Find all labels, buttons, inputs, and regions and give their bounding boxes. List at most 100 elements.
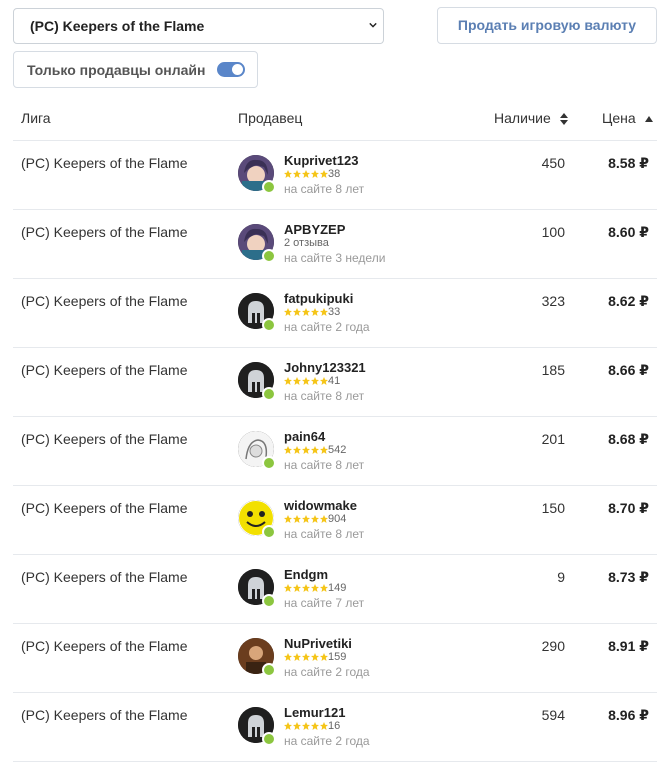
row-league: (PC) Keepers of the Flame: [21, 362, 188, 378]
seller-name[interactable]: Lemur121: [284, 705, 345, 720]
header-price-sort[interactable]: Цена: [602, 110, 653, 126]
row-stock: 185: [541, 362, 565, 378]
seller-rating-text: 159: [328, 651, 347, 663]
table-row[interactable]: (PC) Keepers of the Flame APBYZEP 2 отзы…: [13, 210, 657, 279]
seller-rating: 16: [284, 720, 340, 733]
seller-since: на сайте 2 года: [284, 734, 370, 748]
header-stock-label: Наличие: [494, 110, 551, 126]
row-league: (PC) Keepers of the Flame: [21, 431, 188, 447]
seller-rating-text: 41: [328, 375, 341, 387]
table-row[interactable]: (PC) Keepers of the Flame widowmake 904 …: [13, 486, 657, 555]
seller-name[interactable]: APBYZEP: [284, 222, 345, 237]
online-status-icon: [262, 525, 276, 539]
header-price-label: Цена: [602, 110, 636, 126]
table-row[interactable]: (PC) Keepers of the Flame Johny123321 41…: [13, 348, 657, 417]
row-league: (PC) Keepers of the Flame: [21, 707, 188, 723]
seller-name[interactable]: fatpukipuki: [284, 291, 353, 306]
rating-stars-icon: [284, 722, 328, 730]
row-stock: 100: [541, 224, 565, 240]
rating-stars-icon: [284, 584, 328, 592]
table-row[interactable]: (PC) Keepers of the Flame fatpukipuki 33…: [13, 279, 657, 348]
sell-currency-button[interactable]: Продать игровую валюту: [437, 7, 657, 44]
online-status-icon: [262, 180, 276, 194]
seller-since: на сайте 2 года: [284, 320, 370, 334]
online-status-icon: [262, 456, 276, 470]
league-select-value: (PC) Keepers of the Flame: [30, 18, 205, 34]
seller-rating: 149: [284, 582, 346, 595]
row-price: 8.96 ₽: [608, 707, 649, 723]
row-league: (PC) Keepers of the Flame: [21, 638, 188, 654]
row-stock: 594: [541, 707, 565, 723]
row-price: 8.60 ₽: [608, 224, 649, 240]
seller-name[interactable]: Endgm: [284, 567, 328, 582]
seller-name[interactable]: Kuprivet123: [284, 153, 358, 168]
row-stock: 323: [541, 293, 565, 309]
rating-stars-icon: [284, 377, 328, 385]
seller-rating: 904: [284, 513, 346, 526]
seller-since: на сайте 8 лет: [284, 458, 365, 472]
table-row[interactable]: (PC) Keepers of the Flame Lemur121 16 на…: [13, 693, 657, 762]
header-seller: Продавец: [238, 110, 303, 126]
seller-since: на сайте 8 лет: [284, 182, 365, 196]
sort-both-icon: [559, 113, 568, 126]
league-select[interactable]: (PC) Keepers of the Flame: [13, 8, 384, 44]
row-price: 8.91 ₽: [608, 638, 649, 654]
rating-stars-icon: [284, 653, 328, 661]
online-status-icon: [262, 318, 276, 332]
seller-since: на сайте 7 лет: [284, 596, 365, 610]
seller-rating: 159: [284, 651, 346, 664]
header-stock-sort[interactable]: Наличие: [494, 110, 568, 126]
online-status-icon: [262, 387, 276, 401]
online-status-icon: [262, 663, 276, 677]
seller-rating: 38: [284, 168, 340, 181]
row-stock: 9: [557, 569, 565, 585]
online-status-icon: [262, 594, 276, 608]
rating-stars-icon: [284, 170, 328, 178]
row-league: (PC) Keepers of the Flame: [21, 224, 188, 240]
row-price: 8.68 ₽: [608, 431, 649, 447]
toggle-knob: [232, 64, 243, 75]
row-stock: 201: [541, 431, 565, 447]
seller-rating-text: 904: [328, 513, 347, 525]
seller-since: на сайте 2 года: [284, 665, 370, 679]
row-league: (PC) Keepers of the Flame: [21, 155, 188, 171]
seller-rating-text: 149: [328, 582, 347, 594]
online-only-label: Только продавцы онлайн: [27, 62, 206, 78]
row-price: 8.73 ₽: [608, 569, 649, 585]
row-price: 8.58 ₽: [608, 155, 649, 171]
seller-name[interactable]: pain64: [284, 429, 325, 444]
seller-rating-text: 2 отзыва: [284, 237, 329, 249]
table-row[interactable]: (PC) Keepers of the Flame Kuprivet123 38…: [13, 141, 657, 210]
seller-rating-text: 16: [328, 720, 341, 732]
table-header: Лига Продавец Наличие Цена: [13, 100, 657, 141]
seller-rating: 41: [284, 375, 340, 388]
table-row[interactable]: (PC) Keepers of the Flame Endgm 149 на с…: [13, 555, 657, 624]
seller-rating-text: 542: [328, 444, 347, 456]
row-league: (PC) Keepers of the Flame: [21, 569, 188, 585]
rating-stars-icon: [284, 446, 328, 454]
offers-table-body: (PC) Keepers of the Flame Kuprivet123 38…: [13, 141, 657, 762]
seller-since: на сайте 8 лет: [284, 389, 365, 403]
seller-rating: 542: [284, 444, 346, 457]
seller-since: на сайте 8 лет: [284, 527, 365, 541]
online-only-filter[interactable]: Только продавцы онлайн: [13, 51, 258, 88]
filters-bar: (PC) Keepers of the Flame Продать игрову…: [0, 0, 668, 100]
online-status-icon: [262, 732, 276, 746]
row-stock: 290: [541, 638, 565, 654]
online-only-toggle[interactable]: [217, 62, 245, 77]
row-stock: 150: [541, 500, 565, 516]
seller-since: на сайте 3 недели: [284, 251, 386, 265]
seller-rating: 2 отзыва: [284, 237, 329, 250]
rating-stars-icon: [284, 515, 328, 523]
seller-rating-text: 38: [328, 168, 341, 180]
online-status-icon: [262, 249, 276, 263]
seller-name[interactable]: widowmake: [284, 498, 357, 513]
table-row[interactable]: (PC) Keepers of the Flame NuPrivetiki 15…: [13, 624, 657, 693]
sort-asc-icon: [644, 116, 653, 123]
seller-name[interactable]: NuPrivetiki: [284, 636, 352, 651]
table-row[interactable]: (PC) Keepers of the Flame pain64 542 на …: [13, 417, 657, 486]
row-price: 8.66 ₽: [608, 362, 649, 378]
seller-rating: 33: [284, 306, 340, 319]
seller-name[interactable]: Johny123321: [284, 360, 366, 375]
header-league: Лига: [21, 110, 51, 126]
